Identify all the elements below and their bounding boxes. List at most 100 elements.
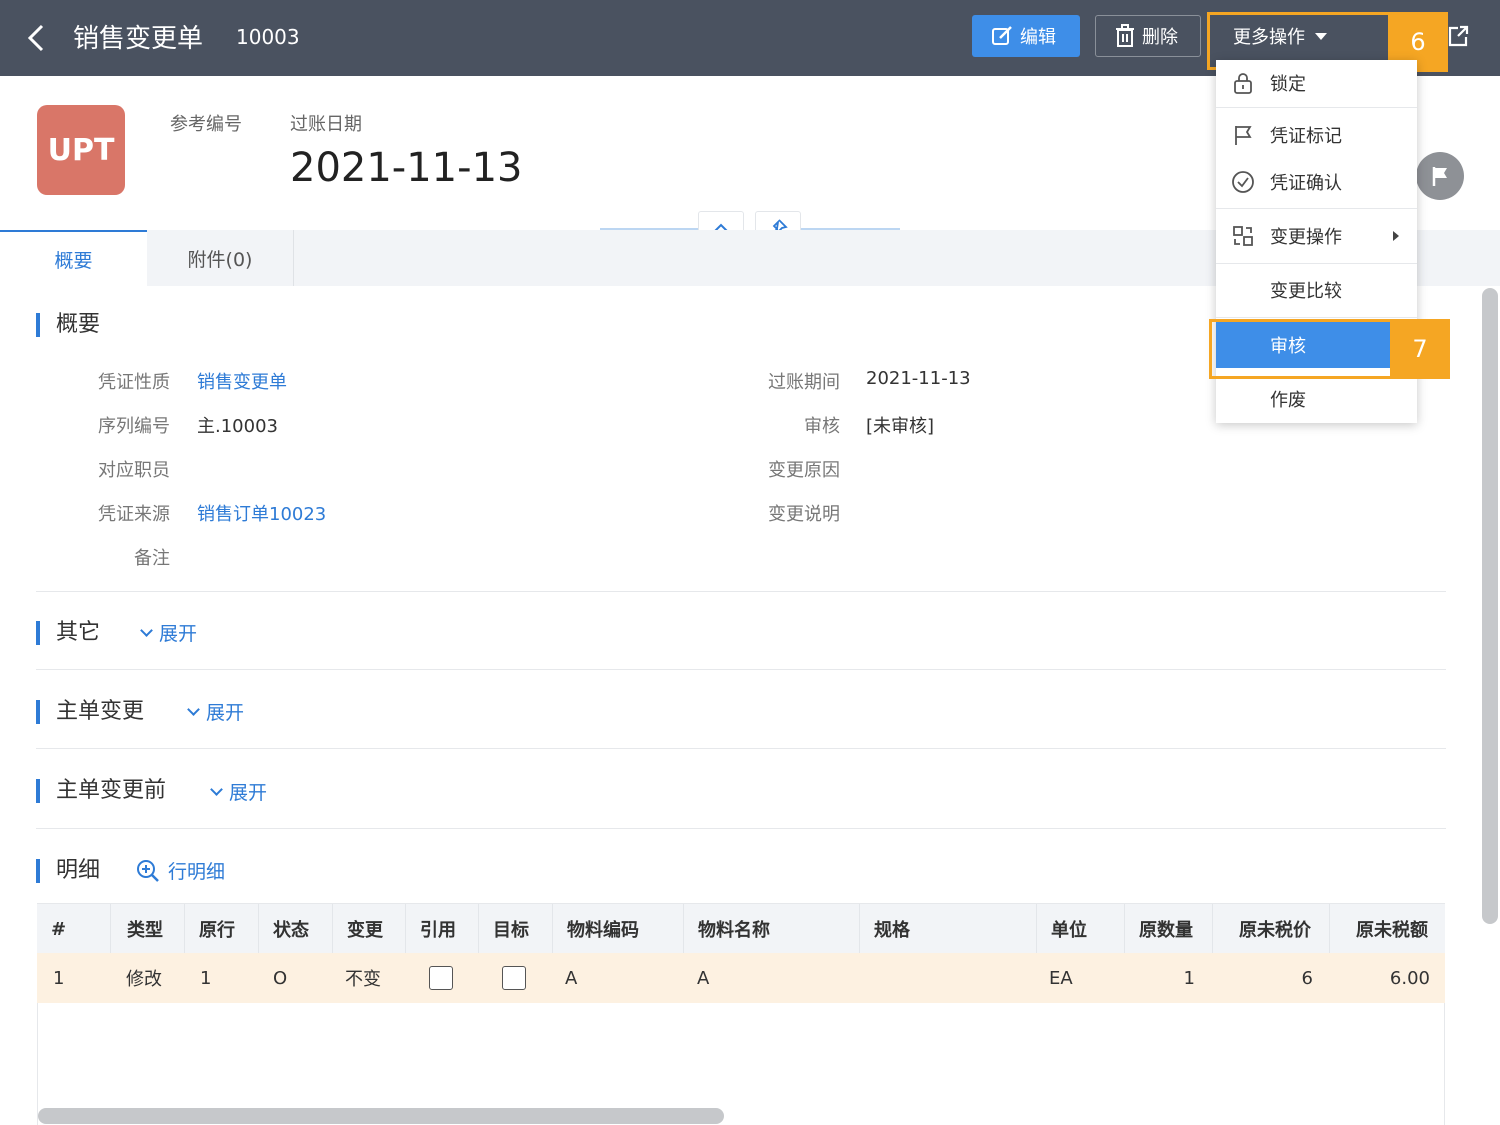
flag-icon [1432, 167, 1447, 186]
tab-attachments[interactable]: 附件(0) [147, 230, 294, 286]
expand-other-link[interactable]: 展开 [140, 619, 198, 646]
delete-button[interactable]: 删除 [1095, 15, 1201, 57]
expand-main-before-change-label: 展开 [229, 782, 268, 804]
chevron-left-icon [27, 24, 44, 52]
share-icon [1448, 25, 1469, 47]
edit-button-label: 编辑 [1020, 27, 1056, 48]
menu-item-voucher-flag[interactable]: 凭证标记 [1216, 112, 1417, 158]
column-header[interactable]: 变更 [333, 904, 406, 954]
field-label-remark: 备注 [134, 548, 170, 569]
expand-main-change-link[interactable]: 展开 [187, 698, 244, 725]
edit-icon [992, 26, 1012, 45]
tab-overview[interactable]: 概要 [0, 230, 147, 286]
field-label-serial-number: 序列编号 [98, 416, 170, 437]
section-title-main-before-change: 主单变更前 [36, 779, 166, 803]
menu-item-label: 凭证确认 [1270, 173, 1342, 194]
menu-divider [1216, 317, 1417, 318]
edit-button[interactable]: 编辑 [972, 15, 1080, 57]
column-header[interactable]: 物料编码 [553, 904, 684, 954]
menu-item-voucher-confirm[interactable]: 凭证确认 [1216, 159, 1417, 205]
chevron-down-icon [210, 782, 223, 796]
menu-divider [1216, 107, 1417, 108]
cell-material-code[interactable]: A [565, 953, 577, 1003]
cell-type: 修改 [126, 969, 162, 990]
chevron-down-icon [187, 702, 200, 716]
field-label-change-reason: 变更原因 [768, 460, 840, 481]
callout-number-7: 7 [1390, 319, 1450, 379]
column-header[interactable]: 状态 [259, 904, 333, 954]
trash-icon [1116, 24, 1134, 47]
field-value-voucher-type[interactable]: 销售变更单 [197, 368, 287, 394]
caret-right-icon [1393, 231, 1399, 241]
flag-icon [1235, 126, 1252, 145]
menu-item-void[interactable]: 作废 [1216, 376, 1417, 422]
column-header[interactable]: 原未税额 [1330, 904, 1445, 954]
field-label-audit: 审核 [804, 416, 840, 437]
page-title: 销售变更单 [73, 24, 204, 54]
section-title-detail: 明细 [36, 859, 100, 883]
avatar: UPT [37, 105, 125, 195]
lock-icon [1234, 73, 1252, 94]
section-divider [36, 669, 1446, 670]
menu-item-change-operation[interactable]: 变更操作 [1216, 213, 1417, 259]
menu-item-label: 变更比较 [1270, 281, 1342, 302]
share-button[interactable] [1446, 24, 1470, 48]
section-divider [36, 748, 1446, 749]
field-value-posting-period: 2021-11-13 [866, 368, 971, 389]
delete-button-label: 删除 [1142, 27, 1178, 48]
section-title-overview: 概要 [36, 313, 100, 337]
cell-qty: 1 [1183, 967, 1195, 989]
section-title-other: 其它 [36, 621, 100, 645]
posting-date-value: 2021-11-13 [290, 145, 523, 191]
doc-number: 10003 [236, 25, 300, 49]
back-button[interactable] [24, 22, 52, 54]
cell-unit: EA [1049, 967, 1073, 989]
ref-number-label: 参考编号 [170, 114, 242, 135]
field-value-voucher-source[interactable]: 销售订单10023 [197, 500, 326, 526]
cell-target [502, 953, 526, 1003]
ref-checkbox[interactable] [429, 966, 453, 990]
menu-item-label: 锁定 [1270, 74, 1306, 95]
section-title-main-change: 主单变更 [36, 700, 144, 724]
menu-divider [1216, 208, 1417, 209]
add-line-detail-button[interactable]: 行明细 [136, 857, 225, 884]
highlight-box-audit [1209, 319, 1393, 379]
menu-item-change-compare[interactable]: 变更比较 [1216, 267, 1417, 313]
field-value-serial-number: 主.10003 [197, 416, 278, 437]
field-label-change-note: 变更说明 [768, 504, 840, 525]
cell-material-name: A [697, 967, 710, 989]
horizontal-scrollbar[interactable] [38, 1108, 724, 1124]
cell-price: 6 [1301, 967, 1313, 989]
column-header[interactable]: 目标 [479, 904, 553, 954]
zoom-in-icon [137, 859, 159, 882]
column-header[interactable]: 原未税价 [1213, 904, 1330, 954]
field-label-posting-period: 过账期间 [768, 372, 840, 393]
column-header[interactable]: 类型 [111, 904, 185, 954]
menu-item-label: 凭证标记 [1270, 126, 1342, 147]
table-row[interactable]: 1 修改 1 O 不变 A A EA 1 6 6.00 [37, 953, 1445, 1003]
column-header[interactable]: 引用 [406, 904, 479, 954]
vertical-scrollbar[interactable] [1482, 288, 1498, 924]
cell-orig-line: 1 [200, 967, 212, 989]
expand-main-before-change-link[interactable]: 展开 [210, 778, 268, 805]
field-label-voucher-type: 凭证性质 [98, 372, 170, 393]
cell-amount: 6.00 [1389, 967, 1430, 989]
add-line-detail-label: 行明细 [168, 861, 226, 883]
column-header[interactable]: 单位 [1037, 904, 1125, 954]
field-value-audit: [未审核] [866, 416, 935, 437]
cell-ref [429, 953, 453, 1003]
target-checkbox[interactable] [502, 966, 526, 990]
menu-divider [1216, 263, 1417, 264]
column-header[interactable]: # [37, 904, 111, 954]
column-header[interactable]: 原行 [185, 904, 259, 954]
field-label-voucher-source: 凭证来源 [98, 504, 170, 525]
column-header[interactable]: 物料名称 [684, 904, 860, 954]
expand-other-label: 展开 [159, 623, 198, 645]
change-icon [1233, 226, 1253, 246]
column-header[interactable]: 原数量 [1125, 904, 1213, 954]
section-divider [36, 828, 1446, 829]
menu-item-lock[interactable]: 锁定 [1216, 60, 1417, 106]
section-divider [36, 591, 1446, 592]
flag-button[interactable] [1416, 152, 1464, 200]
column-header[interactable]: 规格 [860, 904, 1037, 954]
